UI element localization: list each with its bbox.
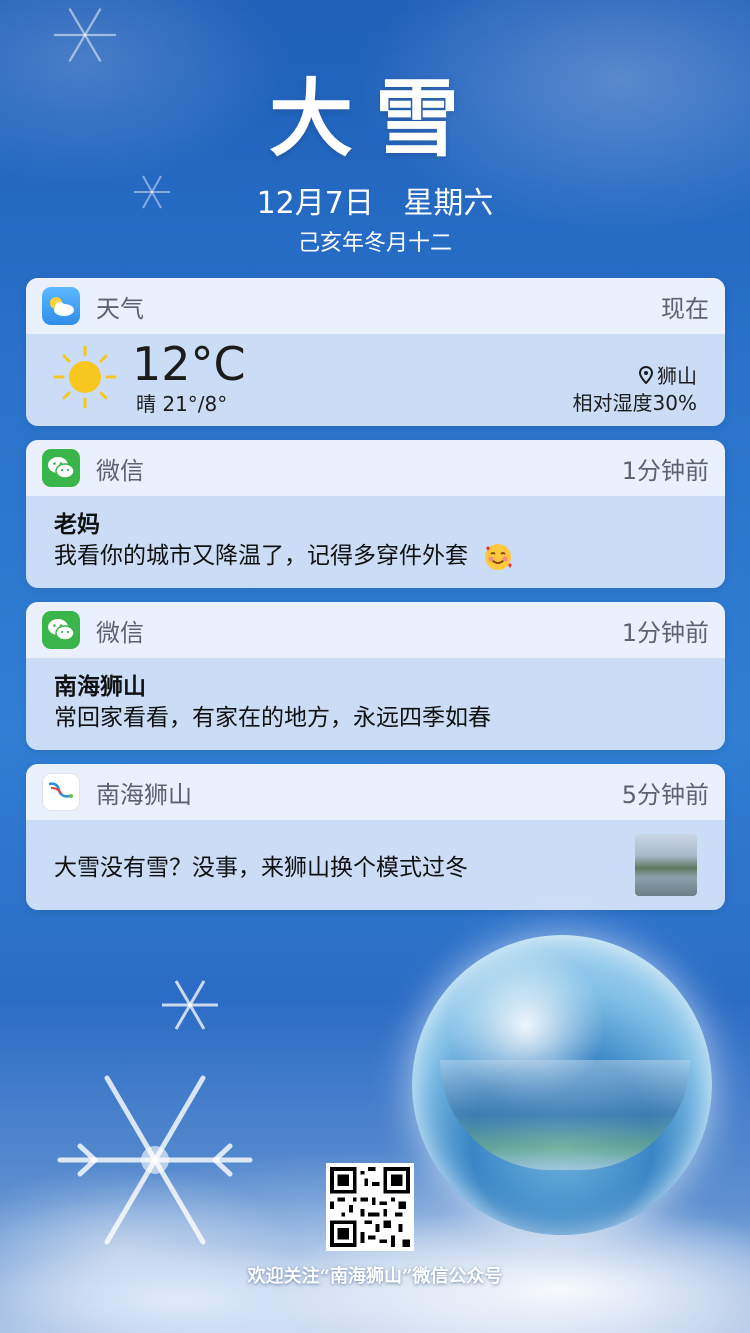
- message-body: 老妈 我看你的城市又降温了，记得多穿件外套: [26, 496, 725, 588]
- temperature: 12°C: [132, 337, 246, 391]
- message-text: 常回家看看，有家在的地方，永远四季如春: [54, 705, 491, 731]
- news-text: 大雪没有雪？没事，来狮山换个模式过冬: [54, 855, 468, 881]
- notification-time: 现在: [661, 294, 709, 323]
- location-name: 狮山: [657, 364, 697, 388]
- weather-app-icon: [42, 287, 80, 325]
- notification-header: 南海狮山 5分钟前: [26, 764, 725, 820]
- message-text: 我看你的城市又降温了，记得多穿件外套: [54, 543, 468, 569]
- app-name: 天气: [96, 294, 144, 323]
- location: 狮山: [639, 360, 697, 389]
- snowflake-decoration-mid: [162, 980, 218, 1030]
- lunar-date: 己亥年冬月十二: [297, 231, 452, 256]
- message-sender: 南海狮山: [54, 674, 146, 700]
- weather-body: 12°C 晴 21°/8° 狮山 相对湿度30%: [26, 334, 725, 426]
- news-notification[interactable]: 南海狮山 5分钟前 大雪没有雪？没事，来狮山换个模式过冬: [26, 764, 725, 910]
- footer-follow-text: 欢迎关注“南海狮山”微信公众号: [247, 1266, 503, 1287]
- message-text-line: 我看你的城市又降温了，记得多穿件外套: [54, 540, 697, 572]
- notification-header: 微信 1分钟前: [26, 440, 725, 496]
- page-title: 大雪: [268, 70, 481, 168]
- date-text: 12月7日: [256, 186, 374, 221]
- weekday-text: 星期六: [403, 186, 494, 221]
- news-body: 大雪没有雪？没事，来狮山换个模式过冬: [26, 820, 725, 910]
- weather-notification[interactable]: 天气 现在 12°C 晴 21°/8° 狮山 相对湿度30%: [26, 278, 725, 426]
- wechat-icon: [42, 611, 80, 649]
- app-name: 南海狮山: [96, 780, 192, 809]
- location-pin-icon: [639, 365, 653, 384]
- app-name: 微信: [96, 456, 144, 485]
- notification-time: 5分钟前: [621, 780, 709, 809]
- notification-time: 1分钟前: [621, 456, 709, 485]
- humidity: 相对湿度30%: [572, 391, 697, 415]
- notification-time: 1分钟前: [621, 618, 709, 647]
- qr-code[interactable]: [326, 1163, 414, 1251]
- wechat-icon: [42, 449, 80, 487]
- nanhai-shishan-logo-icon: [42, 773, 80, 811]
- message-sender: 老妈: [54, 512, 100, 538]
- sun-icon: [53, 345, 117, 409]
- smiling-face-with-hearts-icon: [485, 543, 513, 570]
- date-line: 12月7日 星期六: [0, 178, 750, 222]
- notification-header: 微信 1分钟前: [26, 602, 725, 658]
- news-thumbnail[interactable]: [635, 834, 697, 896]
- notification-header: 天气 现在: [26, 278, 725, 334]
- message-body: 南海狮山 常回家看看，有家在的地方，永远四季如春: [26, 658, 725, 750]
- wechat-notification[interactable]: 微信 1分钟前 老妈 我看你的城市又降温了，记得多穿件外套: [26, 440, 725, 588]
- wechat-notification[interactable]: 微信 1分钟前 南海狮山 常回家看看，有家在的地方，永远四季如春: [26, 602, 725, 750]
- weather-condition: 晴 21°/8°: [136, 392, 228, 416]
- app-name: 微信: [96, 618, 144, 647]
